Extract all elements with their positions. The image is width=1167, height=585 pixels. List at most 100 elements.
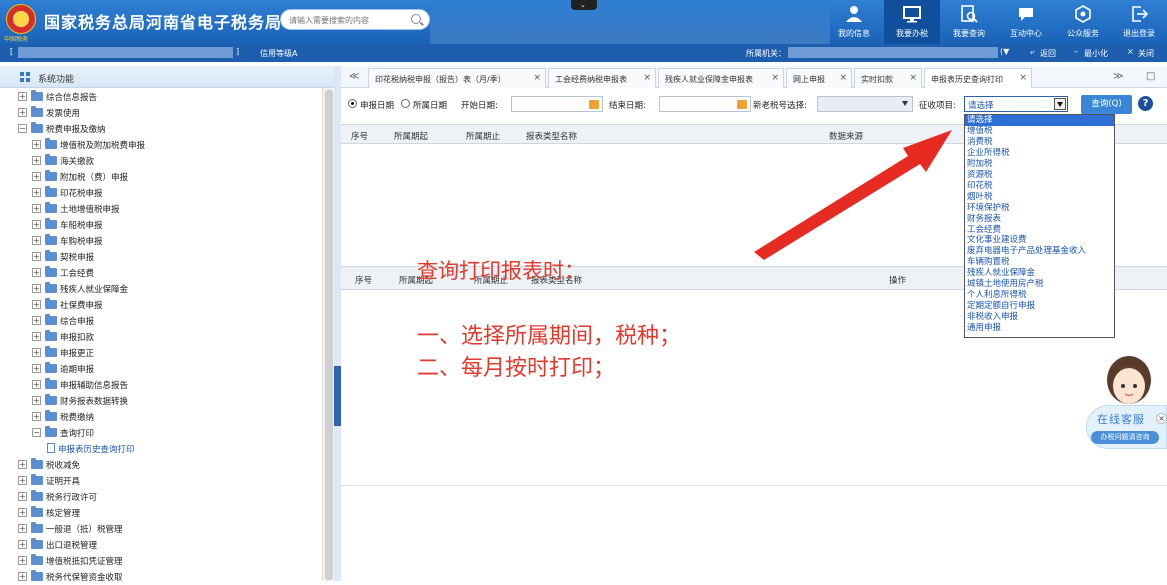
expand-icon[interactable]: +: [18, 540, 27, 549]
collapse-header-tab[interactable]: ⌄: [571, 0, 597, 10]
back-icon[interactable]: ⤶: [1030, 47, 1034, 57]
tax-option[interactable]: 财务报表: [965, 214, 1114, 225]
tab-realtime-deduction[interactable]: 实时扣款 ×: [854, 68, 922, 88]
tax-option[interactable]: 个人利息所得税: [965, 290, 1114, 301]
expand-icon[interactable]: +: [32, 236, 41, 245]
tax-option[interactable]: 烟叶税: [965, 192, 1114, 203]
radio-period-date[interactable]: [401, 99, 410, 108]
expand-icon[interactable]: +: [32, 364, 41, 373]
minimize-icon[interactable]: –: [1074, 47, 1078, 56]
close-icon[interactable]: ×: [1127, 47, 1134, 56]
expand-icon[interactable]: +: [18, 556, 27, 565]
dropdown-arrow-icon[interactable]: [1054, 98, 1066, 110]
tax-option[interactable]: 定期定额自行申报: [965, 301, 1114, 312]
collapse-icon[interactable]: −: [32, 428, 41, 437]
close-icon[interactable]: ×: [771, 73, 779, 83]
nav-interaction[interactable]: 互动中心: [998, 0, 1054, 44]
tax-option[interactable]: 企业所得税: [965, 148, 1114, 159]
close-icon[interactable]: ×: [643, 73, 651, 83]
tax-option[interactable]: 印花税: [965, 181, 1114, 192]
tax-item-select[interactable]: 请选择: [964, 96, 1068, 112]
tab-union-fee[interactable]: 工会经费纳税申报表 ×: [548, 68, 656, 88]
close-icon[interactable]: ×: [1156, 413, 1167, 424]
close-icon[interactable]: ×: [1019, 73, 1027, 83]
new-tax-id-select[interactable]: [817, 96, 913, 112]
close-icon[interactable]: ×: [909, 73, 917, 83]
tax-option[interactable]: 增值税: [965, 126, 1114, 137]
expand-icon[interactable]: +: [18, 508, 27, 517]
expand-icon[interactable]: +: [32, 396, 41, 405]
expand-icon[interactable]: +: [32, 284, 41, 293]
expand-icon[interactable]: +: [32, 188, 41, 197]
search-box[interactable]: [280, 9, 430, 30]
expand-icon[interactable]: +: [32, 220, 41, 229]
help-icon[interactable]: ?: [1138, 96, 1153, 111]
expand-icon[interactable]: +: [18, 492, 27, 501]
minimize-link[interactable]: 最小化: [1084, 48, 1108, 59]
expand-icon[interactable]: +: [32, 172, 41, 181]
expand-icon[interactable]: +: [32, 380, 41, 389]
tab-disability-fund[interactable]: 残疾人就业保障金申报表 ×: [658, 68, 784, 88]
panel-splitter[interactable]: [334, 66, 341, 581]
expand-icon[interactable]: +: [32, 412, 41, 421]
expand-icon[interactable]: +: [32, 140, 41, 149]
nav-public-service[interactable]: 公众服务: [1055, 0, 1111, 44]
nav-logout[interactable]: 退出登录: [1111, 0, 1167, 44]
nav-my-info[interactable]: 我的信息: [826, 0, 882, 44]
expand-icon[interactable]: +: [18, 108, 27, 117]
expand-icon[interactable]: +: [18, 460, 27, 469]
close-link[interactable]: 关闭: [1138, 48, 1154, 59]
tax-option[interactable]: 附加税: [965, 159, 1114, 170]
search-icon[interactable]: [411, 14, 421, 24]
radio-report-date[interactable]: [348, 99, 357, 108]
scrollbar-thumb[interactable]: [325, 90, 333, 580]
org-dropdown[interactable]: (▼: [1000, 47, 1009, 56]
collapse-icon[interactable]: −: [18, 124, 27, 133]
tax-option[interactable]: 资源税: [965, 170, 1114, 181]
query-button[interactable]: 查询(Q): [1081, 95, 1132, 114]
expand-icon[interactable]: +: [18, 572, 27, 581]
calendar-icon[interactable]: [589, 100, 599, 109]
close-icon[interactable]: ×: [839, 73, 847, 83]
tax-option[interactable]: 车辆购置税: [965, 257, 1114, 268]
tax-option[interactable]: 请选择: [965, 115, 1114, 126]
tax-option[interactable]: 消费税: [965, 137, 1114, 148]
tax-option[interactable]: 工会经费: [965, 225, 1114, 236]
tax-option[interactable]: 环境保护税: [965, 203, 1114, 214]
sidebar-scrollbar[interactable]: [322, 88, 334, 581]
close-icon[interactable]: ×: [533, 73, 541, 83]
tax-option[interactable]: 城镇土地使用房产税: [965, 279, 1114, 290]
expand-icon[interactable]: +: [32, 204, 41, 213]
online-service-subtitle[interactable]: 办税问题请咨询: [1091, 431, 1159, 444]
tabs-restore-button[interactable]: □: [1146, 71, 1155, 82]
expand-icon[interactable]: +: [32, 316, 41, 325]
tax-item-label: 征收项目:: [919, 101, 956, 111]
expand-icon[interactable]: +: [32, 300, 41, 309]
tax-option[interactable]: 通用申报: [965, 323, 1114, 334]
expand-icon[interactable]: +: [32, 252, 41, 261]
expand-icon[interactable]: +: [32, 268, 41, 277]
expand-icon[interactable]: +: [32, 332, 41, 341]
expand-icon[interactable]: +: [18, 476, 27, 485]
tax-option[interactable]: 废弃电器电子产品处理基金收入: [965, 246, 1114, 257]
splitter-collapse-handle[interactable]: [334, 366, 341, 426]
search-input[interactable]: [289, 13, 404, 27]
tax-option[interactable]: 文化事业建设费: [965, 235, 1114, 246]
nav-label: 退出登录: [1123, 29, 1155, 38]
online-service-widget[interactable]: 在线客服 办税问题请咨询: [1086, 405, 1167, 449]
tabs-prev-button[interactable]: ≪: [349, 71, 359, 82]
tab-history-print[interactable]: 申报表历史查询打印 ×: [924, 68, 1032, 88]
tabs-next-button[interactable]: ≫: [1113, 71, 1123, 82]
expand-icon[interactable]: +: [32, 156, 41, 165]
tab-stamp-tax[interactable]: 印花税纳税申报（报告）表（月/季） ×: [368, 68, 546, 88]
tax-option[interactable]: 残疾人就业保障金: [965, 268, 1114, 279]
expand-icon[interactable]: +: [18, 524, 27, 533]
nav-do-tax[interactable]: 我要办税: [884, 0, 940, 44]
tax-option[interactable]: 非税收入申报: [965, 312, 1114, 323]
nav-query[interactable]: 我要查询: [941, 0, 997, 44]
expand-icon[interactable]: +: [18, 92, 27, 101]
tab-online-filing[interactable]: 网上申报 ×: [786, 68, 852, 88]
expand-icon[interactable]: +: [32, 348, 41, 357]
back-link[interactable]: 返回: [1040, 48, 1056, 59]
calendar-icon[interactable]: [737, 100, 747, 109]
